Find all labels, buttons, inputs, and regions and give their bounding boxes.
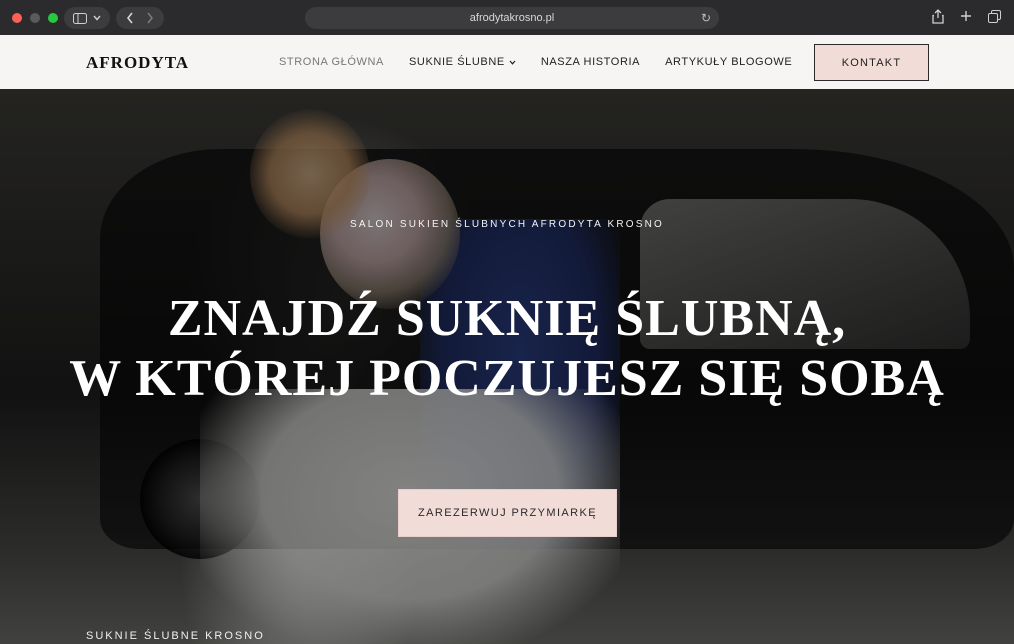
hero-title: ZNAJDŹ SUKNIĘ ŚLUBNĄ, W KTÓREJ POCZUJESZ… xyxy=(0,289,1014,409)
zoom-window-button[interactable] xyxy=(48,12,58,23)
hero-section: SALON SUKIEN ŚLUBNYCH AFRODYTA KROSNO ZN… xyxy=(0,89,1014,644)
book-fitting-button[interactable]: ZAREZERWUJ PRZYMIARKĘ xyxy=(398,489,617,537)
chevron-down-icon xyxy=(509,60,516,65)
url-text: afrodytakrosno.pl xyxy=(469,12,555,24)
nav-item-label: ARTYKUŁY BLOGOWE xyxy=(665,56,793,68)
hero-eyebrow: SALON SUKIEN ŚLUBNYCH AFRODYTA KROSNO xyxy=(349,219,665,230)
minimize-window-button[interactable] xyxy=(30,12,40,23)
nav-item-blog[interactable]: ARTYKUŁY BLOGOWE xyxy=(665,56,792,68)
chevron-down-icon xyxy=(93,15,101,21)
nav-item-label: NASZA HISTORIA xyxy=(540,56,641,68)
section-label: SUKNIE ŚLUBNE KROSNO xyxy=(86,630,265,642)
site-header: AFRODYTA STRONA GŁÓWNA SUKNIE ŚLUBNE NAS… xyxy=(0,35,1014,89)
sidebar-toggle-button[interactable] xyxy=(64,7,110,29)
browser-toolbar: afrodytakrosno.pl ↻ xyxy=(0,0,1014,35)
chevron-right-icon[interactable] xyxy=(146,12,154,24)
address-bar[interactable]: afrodytakrosno.pl ↻ xyxy=(305,7,719,29)
main-navigation: STRONA GŁÓWNA SUKNIE ŚLUBNE NASZA HISTOR… xyxy=(279,56,792,68)
contact-button[interactable]: KONTAKT xyxy=(814,44,929,81)
browser-actions xyxy=(930,7,1002,25)
plus-icon[interactable] xyxy=(958,7,974,25)
chevron-left-icon[interactable] xyxy=(126,12,134,24)
nav-item-label: STRONA GŁÓWNA xyxy=(279,56,384,68)
sidebar-icon xyxy=(73,12,87,24)
hero-title-line-2: W KTÓREJ POCZUJESZ SIĘ SOBĄ xyxy=(69,350,945,407)
nav-item-home[interactable]: STRONA GŁÓWNA xyxy=(279,56,384,68)
share-icon[interactable] xyxy=(930,7,946,25)
site-logo[interactable]: AFRODYTA xyxy=(86,53,189,73)
nav-item-label: SUKNIE ŚLUBNE xyxy=(408,56,505,68)
hero-title-line-1: ZNAJDŹ SUKNIĘ ŚLUBNĄ, xyxy=(167,290,847,347)
nav-item-wedding-dresses[interactable]: SUKNIE ŚLUBNE xyxy=(409,56,516,68)
window-controls xyxy=(12,12,58,23)
close-window-button[interactable] xyxy=(12,12,22,23)
nav-item-our-story[interactable]: NASZA HISTORIA xyxy=(541,56,640,68)
reload-icon[interactable]: ↻ xyxy=(701,11,711,25)
history-navigation xyxy=(116,7,164,29)
tabs-overview-icon[interactable] xyxy=(986,7,1002,25)
